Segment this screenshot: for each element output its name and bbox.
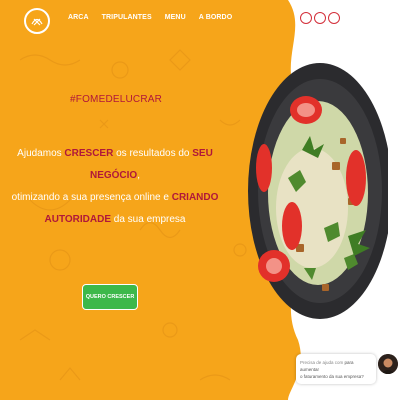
circle-icon [314,12,326,24]
logo-icon[interactable] [24,8,50,34]
nav-a-bordo[interactable]: A BORDO [199,14,233,21]
headline-line-1: Ajudamos CRESCER os resultados do SEU NE… [17,148,213,181]
help-chat-bubble[interactable]: Precisa de ajuda com para aumentar o fat… [296,354,376,384]
nav-tripulantes[interactable]: TRIPULANTES [102,14,152,21]
headline-line-2: otimizando a sua presença online e CRIAN… [11,192,219,203]
hashtag-heading: #FOMEDELUCRAR [70,94,163,105]
hero-headline: Ajudamos CRESCER os resultados do SEU NE… [0,143,230,231]
nav-menu[interactable]: MENU [165,14,186,21]
quero-crescer-button[interactable]: QUERO CRESCER [82,284,138,310]
nav-arca[interactable]: ARCA [68,14,89,21]
headline-line-3: AUTORIDADE da sua empresa [44,214,186,225]
main-nav: ARCA TRIPULANTES MENU A BORDO [68,14,232,21]
salad-plate-image [248,63,388,319]
circle-icon [300,12,312,24]
chat-avatar[interactable] [378,354,398,374]
circle-icon [328,12,340,24]
circle-icons [300,12,340,24]
